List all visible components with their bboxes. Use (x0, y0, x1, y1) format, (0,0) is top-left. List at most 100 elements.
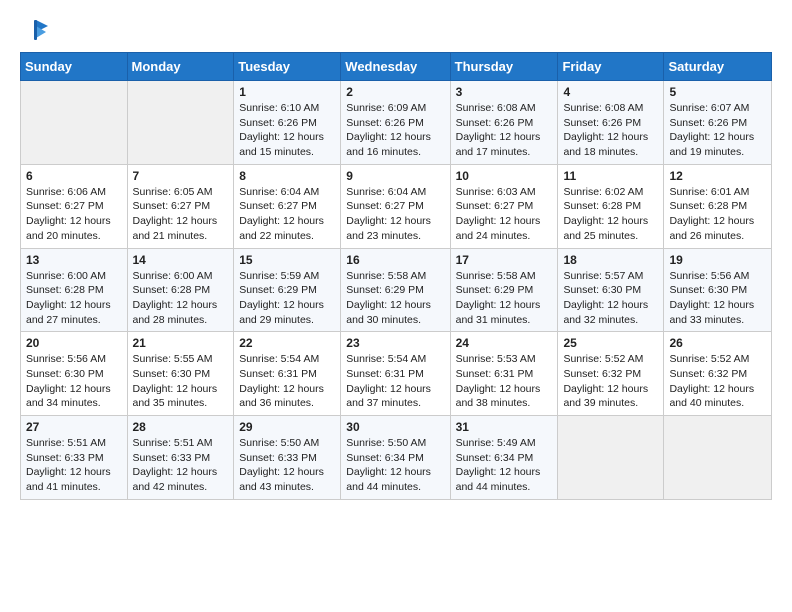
calendar-cell: 31 Sunrise: 5:49 AMSunset: 6:34 PMDayligh… (450, 416, 558, 500)
calendar-cell: 17 Sunrise: 5:58 AMSunset: 6:29 PMDayligh… (450, 248, 558, 332)
calendar-cell: 20Sunrise: 5:56 AMSunset: 6:30 PMDayligh… (21, 332, 128, 416)
calendar-cell: 2 Sunrise: 6:09 AMSunset: 6:26 PMDaylight… (341, 81, 450, 165)
day-number: 4 (563, 85, 658, 99)
cell-info: Sunrise: 5:49 AMSunset: 6:34 PMDaylight:… (456, 436, 553, 495)
logo (20, 16, 50, 40)
day-number: 27 (26, 420, 122, 434)
day-number: 20 (26, 336, 122, 350)
calendar-cell: 5 Sunrise: 6:07 AMSunset: 6:26 PMDaylight… (664, 81, 772, 165)
day-number: 19 (669, 253, 766, 267)
weekday-header-friday: Friday (558, 53, 664, 81)
day-number: 23 (346, 336, 444, 350)
calendar-cell (558, 416, 664, 500)
day-number: 2 (346, 85, 444, 99)
calendar-cell: 22Sunrise: 5:54 AMSunset: 6:31 PMDayligh… (234, 332, 341, 416)
cell-info: Sunrise: 5:57 AMSunset: 6:30 PMDaylight:… (563, 269, 658, 328)
day-number: 25 (563, 336, 658, 350)
day-number: 31 (456, 420, 553, 434)
week-row-2: 6 Sunrise: 6:06 AMSunset: 6:27 PMDaylight… (21, 164, 772, 248)
cell-info: Sunrise: 6:01 AMSunset: 6:28 PMDaylight:… (669, 185, 766, 244)
day-number: 16 (346, 253, 444, 267)
cell-info: Sunrise: 5:51 AMSunset: 6:33 PMDaylight:… (26, 436, 122, 495)
day-number: 11 (563, 169, 658, 183)
cell-info: Sunrise: 5:50 AMSunset: 6:34 PMDaylight:… (346, 436, 444, 495)
calendar-cell: 10Sunrise: 6:03 AMSunset: 6:27 PMDayligh… (450, 164, 558, 248)
calendar-cell: 28 Sunrise: 5:51 AMSunset: 6:33 PMDayligh… (127, 416, 234, 500)
cell-info: Sunrise: 5:50 AMSunset: 6:33 PMDaylight:… (239, 436, 335, 495)
cell-info: Sunrise: 6:07 AMSunset: 6:26 PMDaylight:… (669, 101, 766, 160)
weekday-header-sunday: Sunday (21, 53, 128, 81)
cell-info: Sunrise: 6:06 AMSunset: 6:27 PMDaylight:… (26, 185, 122, 244)
day-number: 15 (239, 253, 335, 267)
cell-info: Sunrise: 5:54 AMSunset: 6:31 PMDaylight:… (346, 352, 444, 411)
day-number: 6 (26, 169, 122, 183)
calendar-cell (664, 416, 772, 500)
week-row-5: 27 Sunrise: 5:51 AMSunset: 6:33 PMDayligh… (21, 416, 772, 500)
calendar-cell: 18 Sunrise: 5:57 AMSunset: 6:30 PMDayligh… (558, 248, 664, 332)
cell-info: Sunrise: 5:58 AMSunset: 6:29 PMDaylight:… (346, 269, 444, 328)
weekday-header-saturday: Saturday (664, 53, 772, 81)
day-number: 26 (669, 336, 766, 350)
day-number: 30 (346, 420, 444, 434)
cell-info: Sunrise: 6:00 AMSunset: 6:28 PMDaylight:… (133, 269, 229, 328)
weekday-header-row: SundayMondayTuesdayWednesdayThursdayFrid… (21, 53, 772, 81)
day-number: 14 (133, 253, 229, 267)
cell-info: Sunrise: 6:08 AMSunset: 6:26 PMDaylight:… (456, 101, 553, 160)
cell-info: Sunrise: 5:59 AMSunset: 6:29 PMDaylight:… (239, 269, 335, 328)
week-row-3: 13 Sunrise: 6:00 AMSunset: 6:28 PMDayligh… (21, 248, 772, 332)
weekday-header-monday: Monday (127, 53, 234, 81)
calendar-cell: 4 Sunrise: 6:08 AMSunset: 6:26 PMDaylight… (558, 81, 664, 165)
week-row-4: 20Sunrise: 5:56 AMSunset: 6:30 PMDayligh… (21, 332, 772, 416)
cell-info: Sunrise: 6:09 AMSunset: 6:26 PMDaylight:… (346, 101, 444, 160)
day-number: 22 (239, 336, 335, 350)
calendar-cell: 7 Sunrise: 6:05 AMSunset: 6:27 PMDaylight… (127, 164, 234, 248)
cell-info: Sunrise: 6:02 AMSunset: 6:28 PMDaylight:… (563, 185, 658, 244)
weekday-header-wednesday: Wednesday (341, 53, 450, 81)
calendar-cell: 26 Sunrise: 5:52 AMSunset: 6:32 PMDayligh… (664, 332, 772, 416)
cell-info: Sunrise: 5:55 AMSunset: 6:30 PMDaylight:… (133, 352, 229, 411)
calendar-cell: 29Sunrise: 5:50 AMSunset: 6:33 PMDayligh… (234, 416, 341, 500)
calendar-cell: 3 Sunrise: 6:08 AMSunset: 6:26 PMDaylight… (450, 81, 558, 165)
calendar-cell: 1Sunrise: 6:10 AMSunset: 6:26 PMDaylight… (234, 81, 341, 165)
calendar-page: SundayMondayTuesdayWednesdayThursdayFrid… (0, 0, 792, 612)
day-number: 1 (239, 85, 335, 99)
calendar-cell: 23 Sunrise: 5:54 AMSunset: 6:31 PMDayligh… (341, 332, 450, 416)
cell-info: Sunrise: 5:56 AMSunset: 6:30 PMDaylight:… (669, 269, 766, 328)
calendar-cell: 6 Sunrise: 6:06 AMSunset: 6:27 PMDaylight… (21, 164, 128, 248)
cell-info: Sunrise: 5:58 AMSunset: 6:29 PMDaylight:… (456, 269, 553, 328)
day-number: 12 (669, 169, 766, 183)
calendar-cell: 12 Sunrise: 6:01 AMSunset: 6:28 PMDayligh… (664, 164, 772, 248)
calendar-cell: 15 Sunrise: 5:59 AMSunset: 6:29 PMDayligh… (234, 248, 341, 332)
day-number: 17 (456, 253, 553, 267)
weekday-header-thursday: Thursday (450, 53, 558, 81)
calendar-cell: 30 Sunrise: 5:50 AMSunset: 6:34 PMDayligh… (341, 416, 450, 500)
calendar-cell: 24 Sunrise: 5:53 AMSunset: 6:31 PMDayligh… (450, 332, 558, 416)
day-number: 8 (239, 169, 335, 183)
day-number: 28 (133, 420, 229, 434)
calendar-cell: 14 Sunrise: 6:00 AMSunset: 6:28 PMDayligh… (127, 248, 234, 332)
cell-info: Sunrise: 6:04 AMSunset: 6:27 PMDaylight:… (346, 185, 444, 244)
day-number: 3 (456, 85, 553, 99)
calendar-cell (127, 81, 234, 165)
cell-info: Sunrise: 6:03 AMSunset: 6:27 PMDaylight:… (456, 185, 553, 244)
cell-info: Sunrise: 6:04 AMSunset: 6:27 PMDaylight:… (239, 185, 335, 244)
day-number: 9 (346, 169, 444, 183)
logo-icon (22, 16, 50, 44)
weekday-header-tuesday: Tuesday (234, 53, 341, 81)
calendar-cell: 21Sunrise: 5:55 AMSunset: 6:30 PMDayligh… (127, 332, 234, 416)
day-number: 24 (456, 336, 553, 350)
cell-info: Sunrise: 6:08 AMSunset: 6:26 PMDaylight:… (563, 101, 658, 160)
cell-info: Sunrise: 5:52 AMSunset: 6:32 PMDaylight:… (669, 352, 766, 411)
calendar-cell: 13Sunrise: 6:00 AMSunset: 6:28 PMDayligh… (21, 248, 128, 332)
cell-info: Sunrise: 6:05 AMSunset: 6:27 PMDaylight:… (133, 185, 229, 244)
day-number: 13 (26, 253, 122, 267)
calendar-cell: 9 Sunrise: 6:04 AMSunset: 6:27 PMDaylight… (341, 164, 450, 248)
day-number: 7 (133, 169, 229, 183)
cell-info: Sunrise: 5:53 AMSunset: 6:31 PMDaylight:… (456, 352, 553, 411)
calendar-cell: 11 Sunrise: 6:02 AMSunset: 6:28 PMDayligh… (558, 164, 664, 248)
calendar-cell: 19 Sunrise: 5:56 AMSunset: 6:30 PMDayligh… (664, 248, 772, 332)
calendar-table: SundayMondayTuesdayWednesdayThursdayFrid… (20, 52, 772, 500)
cell-info: Sunrise: 5:51 AMSunset: 6:33 PMDaylight:… (133, 436, 229, 495)
day-number: 5 (669, 85, 766, 99)
day-number: 18 (563, 253, 658, 267)
